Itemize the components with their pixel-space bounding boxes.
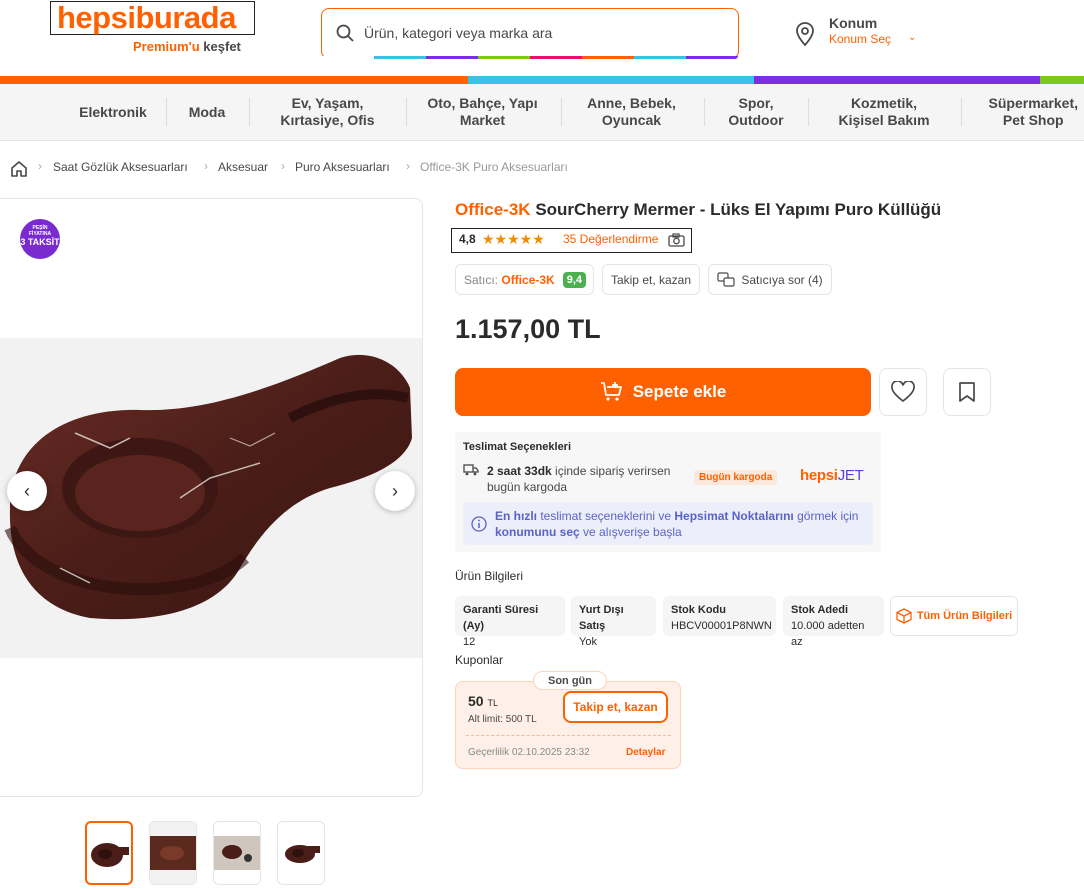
coupon-validity: Geçerlilik 02.10.2025 23:32 [468,747,590,758]
rating-value: 4,8 [459,232,476,246]
spec-card: Garanti Süresi (Ay) 12 [455,596,565,648]
cart-icon [600,382,622,401]
star-rating-icon: ★★★★★ [482,231,545,247]
last-day-badge: Son gün [533,671,607,690]
all-product-info-label: Tüm Ürün Bilgileri [916,610,1013,622]
specs-title: Ürün Bilgileri [455,569,524,583]
follow-seller-label: Takip et, kazan [610,272,692,287]
spec-card: Stok Kodu HBCV00001P8NWN [663,596,776,636]
product-image[interactable] [0,338,422,658]
camera-icon[interactable] [668,233,685,247]
product-brand[interactable]: Office-3K [455,200,531,219]
favorite-button[interactable] [879,368,927,416]
breadcrumb-item[interactable]: Saat Gözlük Aksesuarları [53,160,188,174]
delivery-title: Teslimat Seçenekleri [463,441,572,453]
coupon-divider [466,735,671,736]
truck-icon [463,464,479,476]
heart-icon [891,381,915,403]
location-select[interactable]: Konum Seç [829,32,891,46]
thumbnail[interactable] [149,821,197,885]
reviews-link[interactable]: 35 Değerlendirme [563,232,658,246]
ask-seller-label: Satıcıya sor (4) [741,272,823,287]
product-title: Office-3K SourCherry Mermer - Lüks El Ya… [455,200,941,220]
prev-image-button[interactable]: ‹ [7,471,47,511]
breadcrumb-item[interactable]: Puro Aksesuarları [295,160,390,174]
coupon-limit: Alt limit: 500 TL [468,714,537,725]
chevron-right-icon: › [392,480,398,501]
location-title[interactable]: Konum [829,15,877,31]
category-item[interactable]: Kozmetik, Kişisel Bakım [812,84,956,140]
installment-badge: PEŞİN FİYATINA 3 TAKSİT [20,219,60,259]
premium-link[interactable]: Premium'u keşfet [133,39,241,54]
hepsijet-logo: hepsiJET [800,467,864,484]
coupon-details-link[interactable]: Detaylar [626,747,665,758]
coupons-title: Kuponlar [455,653,504,667]
search-color-strip [322,56,738,59]
thumbnail[interactable] [277,821,325,885]
search-icon [336,24,354,42]
spec-card: Stok Adedi 10.000 adetten az [783,596,884,648]
thumbnail[interactable] [213,821,261,885]
breadcrumb-current[interactable]: Office-3K Puro Aksesuarları [420,160,568,174]
thumbnail[interactable] [85,821,133,885]
coupon-amount: 50 TL [468,693,498,709]
same-day-badge: Bugün kargoda [694,470,778,485]
breadcrumb-separator: › [281,159,285,173]
all-product-info-button[interactable]: Tüm Ürün Bilgileri [890,596,1018,636]
breadcrumb-separator: › [38,159,42,173]
category-item[interactable]: Ev, Yaşam, Kırtasiye, Ofis [255,84,400,140]
category-item[interactable]: Oto, Bahçe, Yapı Market [410,84,555,140]
save-list-button[interactable] [943,368,991,416]
product-name: SourCherry Mermer - Lüks El Yapımı Puro … [535,200,942,219]
follow-seller-button[interactable]: Takip et, kazan [602,264,700,295]
product-price: 1.157,00 TL [455,314,601,344]
bookmark-icon [959,382,975,402]
spec-card: Yurt Dışı Satış Yok [571,596,656,648]
breadcrumb-item[interactable]: Aksesuar [218,160,268,174]
add-to-cart-label: Sepete ekle [632,382,727,401]
info-icon [471,516,487,532]
category-item[interactable]: Spor, Outdoor [708,84,804,140]
next-image-button[interactable]: › [375,471,415,511]
chevron-down-icon[interactable]: ⌄ [908,32,916,43]
breadcrumb-separator: › [204,159,208,173]
brand-color-bar [0,76,1084,84]
seller-name[interactable]: Office-3K [501,273,554,287]
delivery-text: 2 saat 33dk içinde sipariş verirsen bugün… [487,464,671,494]
category-item[interactable]: Süpermarket, Pet Shop [968,84,1084,140]
category-item[interactable]: Elektronik [68,84,158,140]
seller-label: Satıcı: [464,272,499,287]
ask-seller-button[interactable]: Satıcıya sor (4) [708,264,832,295]
category-item[interactable]: Anne, Bebek, Oyuncak [565,84,698,140]
breadcrumb-separator: › [406,159,410,173]
logo[interactable]: hepsiburada [57,0,236,36]
add-to-cart-button[interactable]: Sepete ekle [455,368,871,416]
seller-pill[interactable]: Satıcı: Office-3K 9,4 [455,264,594,295]
coupon-follow-button[interactable]: Takip et, kazan [563,691,668,723]
seller-score: 9,4 [562,271,586,288]
location-pin-icon[interactable] [793,21,817,47]
box-icon [896,608,912,624]
premium-prefix: Premium'u [133,39,200,54]
chevron-left-icon: ‹ [24,480,30,501]
search-input[interactable] [364,22,724,44]
delivery-info-text[interactable]: En hızlı teslimat seçeneklerini ve Hepsi… [495,508,865,540]
home-icon[interactable] [10,160,28,177]
chat-icon [717,271,735,287]
premium-suffix: keşfet [203,39,241,54]
category-item[interactable]: Moda [170,84,244,140]
